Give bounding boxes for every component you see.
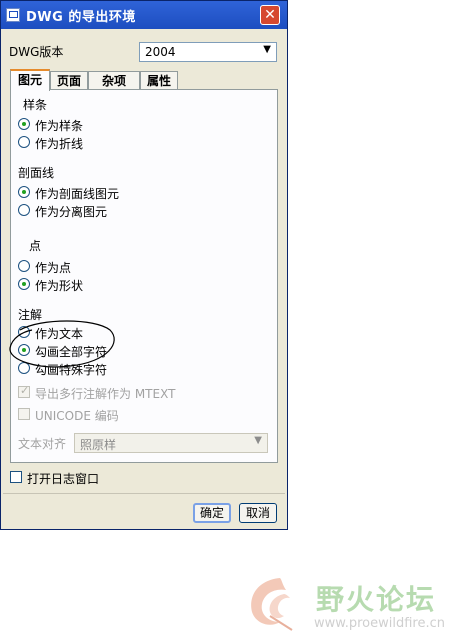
watermark-logo: 野火论坛 www.proewildfire.cn — [240, 572, 450, 632]
flame-logo-icon — [251, 578, 293, 631]
watermark-url: www.proewildfire.cn — [314, 616, 445, 631]
tab-label: 图元 — [17, 73, 42, 87]
watermark-name: 野火论坛 — [316, 583, 437, 616]
tab-elements[interactable]: 图元 — [10, 69, 50, 91]
hand-drawn-ellipse — [9, 320, 115, 368]
